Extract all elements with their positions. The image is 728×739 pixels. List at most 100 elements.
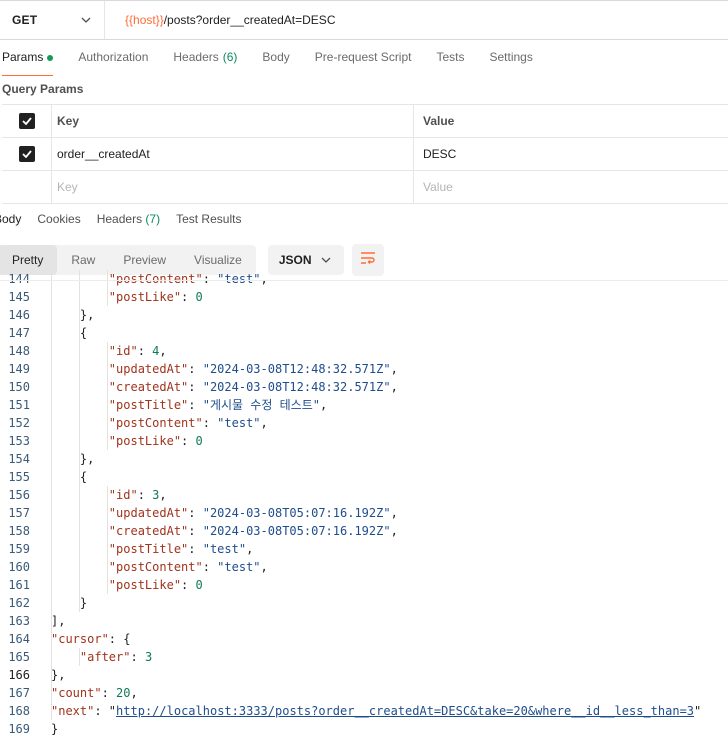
request-tabs: Params Authorization Headers (6) Body Pre…	[2, 50, 558, 76]
new-value-field[interactable]: Value	[414, 171, 728, 203]
tab-body[interactable]: Body	[262, 50, 289, 76]
tab-authorization[interactable]: Authorization	[78, 50, 148, 76]
line-number: 163	[8, 614, 30, 628]
code-text: "createdAt": "2024-03-08T05:07:16.192Z",	[108, 524, 398, 538]
code-line: 167 "count": 20,	[0, 684, 728, 702]
query-params-table: Key Value order__createdAt DESC Key Valu…	[2, 104, 728, 204]
code-line: 161 "postLike": 0	[0, 576, 728, 594]
method-label: GET	[12, 13, 38, 27]
line-number: 159	[8, 542, 30, 556]
format-label: JSON	[278, 253, 312, 267]
tab-tests[interactable]: Tests	[436, 50, 464, 76]
code-line: 145 "postLike": 0	[0, 288, 728, 306]
line-number: 161	[8, 578, 30, 592]
tab-pre-request-script[interactable]: Pre-request Script	[315, 50, 412, 76]
code-line: 157 "updatedAt": "2024-03-08T05:07:16.19…	[0, 504, 728, 522]
response-tabs: Body Cookies Headers (7) Test Results	[0, 212, 257, 226]
url-input[interactable]: {{host}}/posts?order__createdAt=DESC	[105, 13, 335, 27]
line-number: 146	[8, 308, 30, 322]
tab-label: Params	[2, 50, 44, 64]
url-path: /posts?order__createdAt=DESC	[163, 13, 336, 27]
tab-headers[interactable]: Headers (6)	[173, 50, 237, 76]
code-line: 166},	[0, 666, 728, 684]
method-select[interactable]: GET	[0, 1, 105, 39]
headers-count: (6)	[222, 50, 238, 64]
tab-response-headers[interactable]: Headers (7)	[97, 212, 160, 226]
code-line: 146 },	[0, 306, 728, 324]
param-value-field[interactable]: DESC	[414, 138, 728, 170]
code-line: 148 "id": 4,	[0, 342, 728, 360]
code-line: 153 "postLike": 0	[0, 432, 728, 450]
code-line: 159 "postTitle": "test",	[0, 540, 728, 558]
empty-checkbox-cell	[2, 171, 52, 203]
tab-cookies[interactable]: Cookies	[37, 212, 80, 226]
code-line: 169}	[0, 720, 728, 738]
code-line: 150 "createdAt": "2024-03-08T12:48:32.57…	[0, 378, 728, 396]
tab-settings[interactable]: Settings	[490, 50, 533, 76]
code-line: 149 "updatedAt": "2024-03-08T12:48:32.57…	[0, 360, 728, 378]
code-text: "postContent": "test",	[108, 560, 268, 574]
table-row-empty: Key Value	[2, 171, 728, 204]
code-text: "next": "http://localhost:3333/posts?ord…	[51, 704, 702, 718]
url-host-variable: {{host}}	[125, 13, 164, 27]
query-params-title: Query Params	[2, 82, 84, 96]
code-text: "postLike": 0	[108, 290, 203, 304]
tab-label: Settings	[489, 50, 533, 64]
code-text: "updatedAt": "2024-03-08T12:48:32.571Z",	[108, 362, 398, 376]
check-icon	[18, 146, 35, 162]
line-number: 152	[8, 416, 30, 430]
response-headers-count: (7)	[145, 212, 161, 226]
tab-label: Tests	[436, 50, 465, 64]
line-number: 151	[8, 398, 30, 412]
line-number: 165	[8, 650, 30, 664]
row-checkbox[interactable]	[2, 138, 52, 170]
code-line: 152 "postContent": "test",	[0, 414, 728, 432]
new-key-field[interactable]: Key	[52, 171, 414, 203]
code-line: 151 "postTitle": "게시물 수정 테스트",	[0, 396, 728, 414]
code-text: ],	[51, 614, 66, 628]
code-line: 162 }	[0, 594, 728, 612]
line-number: 162	[8, 596, 30, 610]
code-text: {	[51, 470, 88, 484]
code-text: "postContent": "test",	[108, 272, 268, 286]
code-text: },	[51, 308, 95, 322]
chevron-down-icon	[320, 254, 332, 266]
wrap-lines-icon	[360, 251, 376, 270]
code-line: 158 "createdAt": "2024-03-08T05:07:16.19…	[0, 522, 728, 540]
line-number: 169	[8, 722, 30, 736]
code-text: },	[51, 668, 66, 682]
table-row: order__createdAt DESC	[2, 138, 728, 171]
line-number: 168	[8, 704, 30, 718]
tab-response-body[interactable]: Body	[0, 212, 21, 226]
chevron-down-icon	[80, 14, 92, 26]
select-all-checkbox[interactable]	[2, 105, 52, 137]
code-text: "postTitle": "test",	[108, 542, 254, 556]
param-key-field[interactable]: order__createdAt	[52, 138, 414, 170]
tab-test-results[interactable]: Test Results	[176, 212, 241, 226]
table-header-row: Key Value	[2, 105, 728, 138]
response-body-code[interactable]: 144 "postContent": "test", 145 "postLike"…	[0, 270, 728, 739]
line-number: 148	[8, 344, 30, 358]
tab-label: Pre-request Script	[314, 50, 412, 64]
tab-params[interactable]: Params	[2, 50, 54, 76]
line-number: 160	[8, 560, 30, 574]
code-text: "count": 20,	[51, 686, 138, 700]
code-line: 163],	[0, 612, 728, 630]
code-text: "postContent": "test",	[108, 416, 268, 430]
code-text: "id": 3,	[108, 488, 167, 502]
tab-label: Headers	[173, 50, 219, 64]
code-text: "after": 3	[79, 650, 153, 664]
code-lines: 144 "postContent": "test", 145 "postLike"…	[0, 270, 728, 738]
line-number: 147	[8, 326, 30, 340]
tab-label: Body	[262, 50, 290, 64]
line-number: 145	[8, 290, 30, 304]
line-number: 153	[8, 434, 30, 448]
code-text: "postLike": 0	[108, 434, 203, 448]
code-line: 156 "id": 3,	[0, 486, 728, 504]
code-line: 165 "after": 3	[0, 648, 728, 666]
line-number: 150	[8, 380, 30, 394]
line-number: 167	[8, 686, 30, 700]
line-number: 144	[8, 272, 30, 286]
line-number: 166	[8, 668, 30, 682]
params-active-dot	[47, 55, 54, 61]
